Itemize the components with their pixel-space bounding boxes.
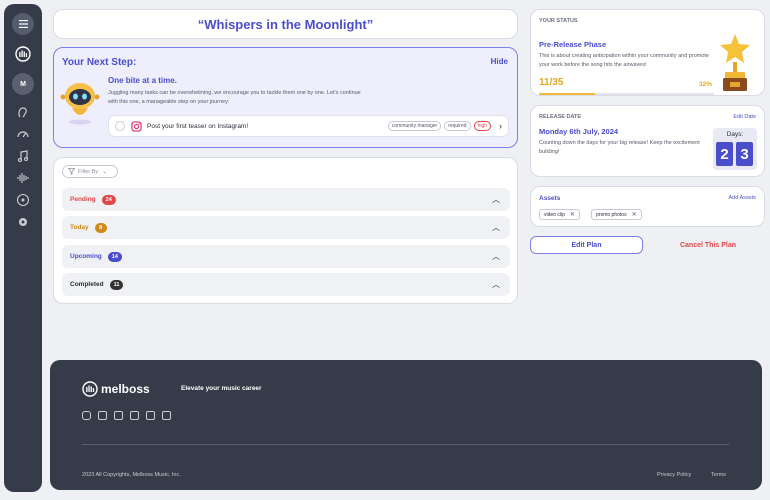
dashboard-gauge-icon[interactable] [14, 125, 32, 143]
release-heading: RELEASE DATE [539, 114, 582, 120]
next-step-card: Your Next Step: Hide One bite at a time.… [53, 47, 518, 148]
days-countdown: Days: 2 3 [713, 128, 757, 170]
status-count: 11 [109, 279, 124, 290]
footer: melboss Elevate your music career 2023 A… [50, 360, 762, 490]
waveform-icon[interactable] [14, 169, 32, 187]
song-title-card: “Whispers in the Moonlight” [53, 9, 518, 39]
sidebar: M [4, 4, 42, 492]
next-step-description: Juggling many tasks can be overwhelming,… [108, 90, 361, 105]
status-label: Today [70, 224, 89, 231]
chevron-right-icon[interactable]: › [499, 121, 502, 131]
phase-title: Pre-Release Phase [539, 40, 607, 49]
days-digit: 3 [736, 142, 753, 166]
assets-title: Assets [539, 195, 561, 202]
brand-name: melboss [101, 382, 150, 396]
linkedin-icon[interactable] [114, 411, 123, 420]
status-count: 24 [101, 194, 116, 205]
music-note-icon[interactable] [14, 147, 32, 165]
progress-bar [539, 93, 714, 95]
status-label: Pending [70, 196, 96, 203]
progress-count: 11/35 [539, 77, 564, 88]
add-assets-link[interactable]: Add Assets [728, 195, 756, 201]
chevron-up-icon[interactable]: ︿ [492, 222, 500, 233]
phase-description: This is about creating anticipation with… [539, 53, 709, 68]
release-date: Monday 6th July, 2024 [539, 127, 619, 136]
assets-card: Assets Add Assets video clip ✕ promo pho… [530, 186, 765, 227]
asset-chip: video clip ✕ [539, 209, 580, 220]
tag-required: required [444, 121, 471, 131]
next-step-headline: One bite at a time. [108, 76, 177, 85]
edit-date-link[interactable]: Edit Date [733, 114, 756, 120]
filter-label: Filter By [78, 168, 99, 175]
progress-bar-fill [539, 93, 595, 95]
terms-link[interactable]: Terms [711, 472, 726, 478]
status-card: YOUR STATUS Pre-Release Phase This is ab… [530, 9, 765, 96]
record-icon[interactable] [14, 213, 32, 231]
asset-chip-label: promo photos [596, 211, 627, 218]
song-title: “Whispers in the Moonlight” [197, 16, 374, 32]
chevron-up-icon[interactable]: ︿ [492, 251, 500, 262]
close-icon[interactable]: ✕ [632, 211, 637, 218]
asset-chip: promo photos ✕ [591, 209, 642, 220]
release-date-card: RELEASE DATE Edit Date Monday 6th July, … [530, 105, 765, 177]
close-icon[interactable]: ✕ [570, 211, 575, 218]
youtube-icon[interactable] [130, 411, 139, 420]
facebook-icon[interactable] [98, 411, 107, 420]
avatar-letter: M [20, 80, 26, 88]
copyright-text: 2023 All Copyrights, Melboss Music, Inc. [82, 472, 181, 478]
status-label: Completed [70, 281, 104, 288]
instagram-icon [131, 120, 142, 132]
avatar[interactable]: M [12, 73, 34, 95]
twitter-icon[interactable] [146, 411, 155, 420]
filter-icon [68, 168, 75, 175]
status-label: Upcoming [70, 253, 102, 260]
tiktok-icon[interactable] [162, 411, 171, 420]
edit-plan-button[interactable]: Edit Plan [530, 236, 643, 254]
asset-chip-label: video clip [544, 211, 565, 218]
status-heading: YOUR STATUS [539, 18, 578, 24]
filter-dropdown[interactable]: Filter By ⌄ [62, 165, 118, 178]
next-step-title: Your Next Step: [62, 57, 137, 68]
task-list-card: Filter By ⌄ Pending 24 ︿ Today 8 ︿ Upcom… [53, 157, 518, 304]
status-group-pending[interactable]: Pending 24 ︿ [62, 188, 510, 211]
trophy-icon [720, 34, 750, 91]
next-task-row[interactable]: Post your first teaser on Instagram! com… [108, 115, 509, 137]
progress-percent: 32% [699, 81, 713, 88]
instagram-icon[interactable] [82, 411, 91, 420]
chevron-down-icon: ⌄ [102, 169, 108, 175]
ear-icon[interactable] [14, 103, 32, 121]
status-count: 14 [107, 251, 122, 262]
footer-logo[interactable]: melboss [82, 381, 150, 397]
footer-divider [82, 444, 729, 445]
social-links [82, 411, 178, 420]
task-text: Post your first teaser on Instagram! [147, 122, 249, 130]
tag-community-manager: community manager [387, 121, 442, 131]
radio-broadcast-icon[interactable] [14, 191, 32, 209]
task-complete-radio[interactable] [115, 121, 125, 131]
status-group-today[interactable]: Today 8 ︿ [62, 216, 510, 239]
tag-priority-high: high [473, 121, 491, 131]
days-label: Days: [726, 131, 744, 138]
status-count: 8 [94, 222, 107, 233]
release-description: Counting down the days for your big rele… [539, 140, 700, 155]
melboss-logo-icon[interactable] [12, 43, 34, 65]
days-digit: 2 [716, 142, 733, 166]
menu-icon[interactable] [12, 13, 34, 35]
chevron-up-icon[interactable]: ︿ [492, 279, 500, 290]
hide-button[interactable]: Hide [491, 57, 508, 66]
privacy-policy-link[interactable]: Privacy Policy [657, 472, 691, 478]
robot-mascot-icon [60, 83, 100, 125]
footer-tagline: Elevate your music career [181, 385, 262, 392]
status-group-completed[interactable]: Completed 11 ︿ [62, 273, 510, 296]
chevron-up-icon[interactable]: ︿ [492, 194, 500, 205]
status-group-upcoming[interactable]: Upcoming 14 ︿ [62, 245, 510, 268]
melboss-logo-icon [82, 381, 98, 397]
cancel-plan-button[interactable]: Cancel This Plan [663, 236, 753, 254]
